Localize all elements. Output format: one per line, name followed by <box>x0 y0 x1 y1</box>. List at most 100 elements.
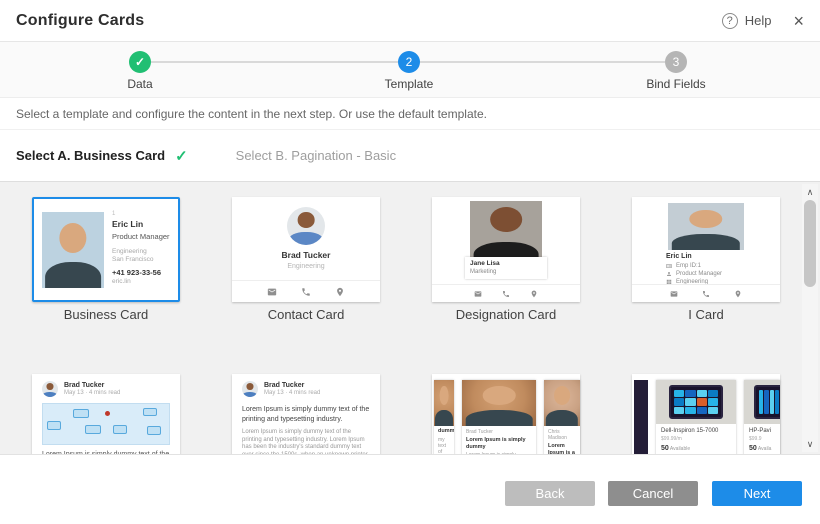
tab-select-a-business-card[interactable]: Select A. Business Card ✓ <box>16 147 188 165</box>
template-people-carousel[interactable]: dummy my text of the Brad Tucker Lorem I… <box>432 374 580 454</box>
author-name: Brad Tucker <box>264 382 320 389</box>
email-icon <box>474 290 482 298</box>
template-label: Designation Card <box>432 307 580 322</box>
article-body: Lorem Ipsum is simply dummy text of the … <box>242 429 370 454</box>
person-icon <box>666 271 672 277</box>
template-contact-card[interactable]: Brad Tucker Engineering <box>232 197 380 302</box>
product-photo <box>744 380 780 424</box>
cancel-button[interactable]: Cancel <box>608 481 698 506</box>
card-text: my text of the <box>438 437 450 455</box>
article-meta: May 13 · 4 mins read <box>64 390 120 396</box>
person-name: Jane Lisa <box>470 260 542 267</box>
laptop-screen <box>754 385 780 419</box>
product-name: HP-Pavi <box>749 428 775 434</box>
person-name: Brad Tucker <box>232 250 380 260</box>
person-photo <box>42 212 104 288</box>
person-department: Marketing <box>470 269 542 275</box>
person-name: Chris Madison <box>548 429 576 441</box>
template-label: Contact Card <box>232 307 380 322</box>
product-item-center: Dell-Inspiron 15-7000 $99.99/m 50 Availa… <box>656 380 736 454</box>
configure-cards-dialog: Configure Cards ? Help × ✓ 2 3 Data Temp… <box>0 0 820 524</box>
stock-count: 50 <box>749 445 757 452</box>
template-label: I Card <box>632 307 780 322</box>
gallery-scrollbar[interactable]: ∧ ∨ <box>802 184 818 452</box>
record-number: 1 <box>112 211 176 217</box>
person-department: Engineering <box>232 263 380 270</box>
page-title: Configure Cards <box>16 12 144 30</box>
step-label-data: Data <box>127 77 152 91</box>
back-button[interactable]: Back <box>505 481 595 506</box>
step-label-template: Template <box>385 77 434 91</box>
article-meta: May 13 · 4 mins read <box>264 390 320 396</box>
step-bind-fields-circle[interactable]: 3 <box>665 51 687 73</box>
help-icon[interactable]: ? <box>722 13 738 29</box>
tab-select-b-pagination-basic[interactable]: Select B. Pagination - Basic <box>236 148 396 163</box>
person-photo <box>462 380 536 426</box>
scrollbar-thumb[interactable] <box>804 200 816 287</box>
template-article-text[interactable]: Brad Tucker May 13 · 4 mins read Lorem I… <box>232 374 380 454</box>
business-card-text: 1 Eric Lin Product Manager Engineering S… <box>112 211 176 285</box>
card-heading: Lorem Ipsum is simply dummy <box>466 437 532 450</box>
scroll-down-icon[interactable]: ∨ <box>802 438 818 450</box>
person-name: Eric Lin <box>666 253 692 260</box>
author-name: Brad Tucker <box>64 382 120 389</box>
phone-icon <box>702 290 710 298</box>
person-city: San Francisco <box>112 256 176 263</box>
employee-id: Emp ID:1 <box>676 263 701 269</box>
article-header: Brad Tucker May 13 · 4 mins read <box>242 381 320 397</box>
close-icon[interactable]: × <box>793 12 804 30</box>
badge-icon <box>666 263 672 269</box>
step-label-bind-fields: Bind Fields <box>646 77 705 91</box>
dialog-footer: Back Cancel Next <box>0 454 820 524</box>
stock-label: Availa <box>758 446 772 452</box>
article-header: Brad Tucker May 13 · 4 mins read <box>42 381 120 397</box>
carousel-item-center: Brad Tucker Lorem Ipsum is simply dummy … <box>462 380 536 454</box>
template-article-diagram[interactable]: Brad Tucker May 13 · 4 mins read Lorem I… <box>32 374 180 454</box>
email-icon <box>267 287 277 297</box>
person-title: Product Manager <box>676 271 722 277</box>
template-business-card[interactable]: 1 Eric Lin Product Manager Engineering S… <box>32 197 180 302</box>
location-icon <box>335 287 345 297</box>
person-photo <box>470 201 542 263</box>
stock-label: Available <box>670 446 690 452</box>
template-gallery: 1 Eric Lin Product Manager Engineering S… <box>0 182 820 454</box>
phone-icon <box>301 287 311 297</box>
avatar <box>242 381 258 397</box>
next-button[interactable]: Next <box>712 481 802 506</box>
template-label: Business Card <box>32 307 180 322</box>
product-photo <box>656 380 736 424</box>
article-heading: Lorem Ipsum is simply dummy text of the … <box>242 405 370 424</box>
stepper-connector <box>151 61 398 63</box>
help-link[interactable]: Help <box>745 13 772 28</box>
step-data-circle[interactable]: ✓ <box>129 51 151 73</box>
card-heading: Lorem Ipsum is a <box>548 443 576 454</box>
person-email: eric.lin <box>112 278 176 285</box>
avatar <box>287 207 325 245</box>
template-product-carousel[interactable]: Dell-Inspiron 15-7000 $99.99/m 50 Availa… <box>632 374 780 454</box>
product-photo-partial <box>634 380 648 454</box>
product-name: Dell-Inspiron 15-7000 <box>661 428 731 434</box>
wizard-stepper: ✓ 2 3 Data Template Bind Fields <box>0 42 820 98</box>
person-photo <box>544 380 580 426</box>
check-icon: ✓ <box>175 147 188 165</box>
scroll-up-icon[interactable]: ∧ <box>802 186 818 198</box>
step-template-circle[interactable]: 2 <box>398 51 420 73</box>
person-name: Eric Lin <box>112 219 176 229</box>
person-photo <box>668 203 744 250</box>
laptop-screen <box>669 385 723 419</box>
email-icon <box>670 290 678 298</box>
template-designation-card[interactable]: Jane Lisa Marketing <box>432 197 580 302</box>
template-i-card[interactable]: Eric Lin Emp ID:1 Product Manager Engine… <box>632 197 780 302</box>
carousel-item-partial-right: Chris Madison Lorem Ipsum is a Lorem Ips… <box>544 380 580 454</box>
i-card-details: Emp ID:1 Product Manager Engineering <box>666 262 722 286</box>
stock-count: 50 <box>661 445 669 452</box>
header-actions: ? Help × <box>722 12 804 30</box>
person-title: Product Manager <box>112 232 176 241</box>
step-number: 2 <box>406 55 413 69</box>
step-number: 3 <box>673 55 680 69</box>
product-price: $99.99/m <box>661 436 731 442</box>
designation-info: Jane Lisa Marketing <box>465 257 547 279</box>
location-icon <box>734 290 742 298</box>
person-name: Brad Tucker <box>466 429 532 435</box>
carousel-item-partial-left: dummy my text of the <box>434 380 454 454</box>
